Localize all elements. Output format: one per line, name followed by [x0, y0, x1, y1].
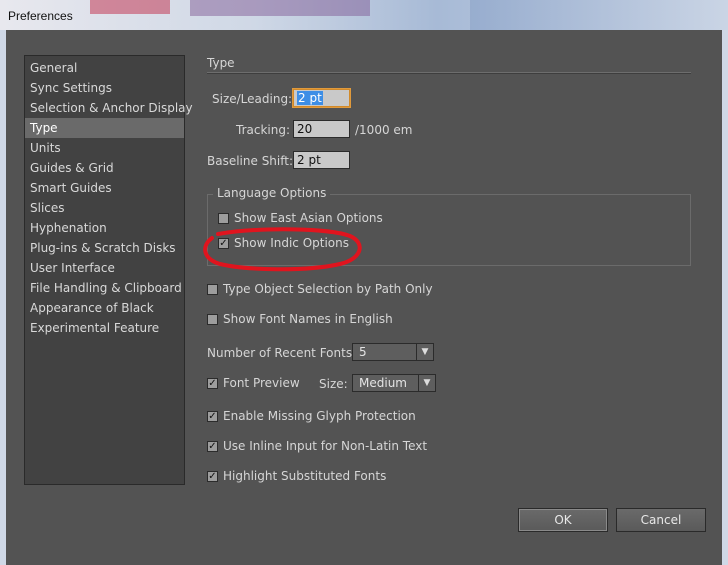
divider — [207, 72, 691, 74]
size-leading-input[interactable]: 2 pt — [293, 89, 350, 107]
sidebar-item-guides-grid[interactable]: Guides & Grid — [25, 158, 184, 178]
panel-title: Type — [207, 56, 235, 70]
highlight-substituted-checkbox[interactable] — [207, 471, 218, 482]
sidebar-item-units[interactable]: Units — [25, 138, 184, 158]
font-preview-label: Font Preview — [223, 376, 300, 390]
font-names-english-checkbox[interactable] — [207, 314, 218, 325]
recent-fonts-label: Number of Recent Fonts: — [207, 346, 357, 360]
sidebar-item-sync-settings[interactable]: Sync Settings — [25, 78, 184, 98]
tracking-input[interactable]: 20 — [293, 120, 350, 138]
baseline-shift-label: Baseline Shift: — [207, 154, 294, 168]
type-object-selection-label: Type Object Selection by Path Only — [223, 282, 433, 296]
ok-button[interactable]: OK — [518, 508, 608, 532]
language-options-label: Language Options — [213, 186, 331, 200]
east-asian-checkbox[interactable] — [218, 213, 229, 224]
red-circle-annotation — [203, 227, 362, 272]
sidebar-item-general[interactable]: General — [25, 58, 184, 78]
sidebar-item-experimental-feature[interactable]: Experimental Feature — [25, 318, 184, 338]
sidebar-item-hyphenation[interactable]: Hyphenation — [25, 218, 184, 238]
background-decoration — [470, 0, 728, 30]
sidebar-item-selection-anchor-display[interactable]: Selection & Anchor Display — [25, 98, 193, 118]
size-leading-label: Size/Leading: — [212, 92, 293, 106]
sidebar-item-smart-guides[interactable]: Smart Guides — [25, 178, 184, 198]
missing-glyph-label: Enable Missing Glyph Protection — [223, 409, 416, 423]
sidebar-item-plugins-scratch-disks[interactable]: Plug-ins & Scratch Disks — [25, 238, 184, 258]
tracking-unit: /1000 em — [355, 123, 413, 137]
sidebar-item-user-interface[interactable]: User Interface — [25, 258, 184, 278]
type-object-selection-checkbox[interactable] — [207, 284, 218, 295]
font-preview-checkbox[interactable] — [207, 378, 218, 389]
sidebar-item-type[interactable]: Type — [25, 118, 184, 138]
recent-fonts-dropdown[interactable]: 5 ▼ — [352, 343, 434, 361]
font-preview-size-value: Medium — [359, 376, 407, 390]
chevron-down-icon: ▼ — [416, 344, 433, 360]
window-title: Preferences — [8, 9, 73, 23]
size-leading-value: 2 pt — [297, 91, 323, 105]
cancel-button[interactable]: Cancel — [616, 508, 706, 532]
title-bar[interactable]: Preferences — [0, 0, 728, 30]
background-decoration — [90, 0, 170, 14]
font-preview-size-label: Size: — [319, 377, 348, 391]
missing-glyph-checkbox[interactable] — [207, 411, 218, 422]
baseline-shift-input[interactable]: 2 pt — [293, 151, 350, 169]
recent-fonts-value: 5 — [359, 345, 367, 359]
sidebar-item-appearance-of-black[interactable]: Appearance of Black — [25, 298, 184, 318]
east-asian-label: Show East Asian Options — [234, 211, 383, 225]
sidebar-item-slices[interactable]: Slices — [25, 198, 184, 218]
inline-input-checkbox[interactable] — [207, 441, 218, 452]
sidebar-item-file-handling-clipboard[interactable]: File Handling & Clipboard — [25, 278, 184, 298]
category-list[interactable]: General Sync Settings Selection & Anchor… — [24, 55, 193, 485]
font-preview-size-dropdown[interactable]: Medium ▼ — [352, 374, 436, 392]
highlight-substituted-label: Highlight Substituted Fonts — [223, 469, 387, 483]
tracking-label: Tracking: — [236, 123, 290, 137]
font-names-english-label: Show Font Names in English — [223, 312, 393, 326]
background-decoration — [190, 0, 370, 16]
chevron-down-icon: ▼ — [418, 375, 435, 391]
inline-input-label: Use Inline Input for Non-Latin Text — [223, 439, 428, 453]
